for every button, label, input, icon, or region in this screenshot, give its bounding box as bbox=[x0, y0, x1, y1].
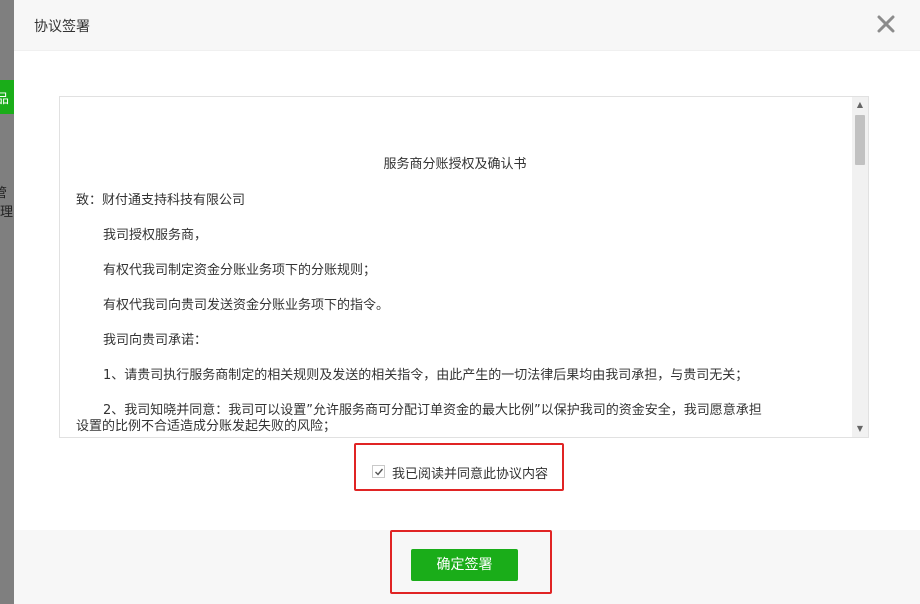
agreement-paragraph: 致：财付通支持科技有限公司 bbox=[76, 193, 246, 208]
agreement-modal: 协议签署 服务商分账授权及确认书 致：财付通支持科技有限公司 我司授权服务商， … bbox=[14, 0, 920, 604]
agreement-title: 服务商分账授权及确认书 bbox=[383, 157, 527, 172]
agreement-scroll-box[interactable]: 服务商分账授权及确认书 致：财付通支持科技有限公司 我司授权服务商， 有权代我司… bbox=[59, 96, 869, 438]
confirm-sign-button[interactable]: 确定签署 bbox=[411, 549, 518, 581]
agreement-paragraph: 1、请贵司执行服务商制定的相关规则及发送的相关指令，由此产生的一切法律后果均由我… bbox=[103, 368, 749, 383]
agreement-paragraph: 有权代我司制定资金分账业务项下的分账规则； bbox=[103, 263, 377, 278]
scroll-thumb[interactable] bbox=[855, 115, 865, 165]
modal-title: 协议签署 bbox=[34, 19, 90, 35]
modal-header: 协议签署 bbox=[14, 0, 920, 51]
agree-label[interactable]: 我已阅读并同意此协议内容 bbox=[392, 463, 548, 482]
checkmark-icon bbox=[375, 468, 384, 476]
background-button-label: 品 bbox=[0, 92, 10, 107]
agree-checkbox-highlight: 我已阅读并同意此协议内容 bbox=[354, 443, 564, 491]
agreement-content: 服务商分账授权及确认书 致：财付通支持科技有限公司 我司授权服务商， 有权代我司… bbox=[60, 97, 850, 437]
agreement-paragraph: 我司向贵司承诺： bbox=[103, 333, 208, 348]
agreement-paragraph: 我司授权服务商， bbox=[103, 228, 208, 243]
agree-checkbox[interactable] bbox=[372, 465, 385, 478]
agreement-paragraph: 有权代我司向贵司发送资金分账业务项下的指令。 bbox=[103, 298, 390, 313]
scroll-down-arrow-icon[interactable]: ▼ bbox=[852, 421, 868, 437]
agreement-scrollbar[interactable]: ▲ ▼ bbox=[852, 97, 868, 437]
background-text: 管理 bbox=[0, 186, 14, 220]
agreement-paragraph: 设置的比例不合适造成分账发起失败的风险； bbox=[76, 419, 337, 434]
close-icon bbox=[877, 15, 895, 33]
close-button[interactable] bbox=[874, 12, 898, 36]
background-green-button: 品 bbox=[0, 80, 14, 114]
scroll-up-arrow-icon[interactable]: ▲ bbox=[852, 97, 868, 113]
